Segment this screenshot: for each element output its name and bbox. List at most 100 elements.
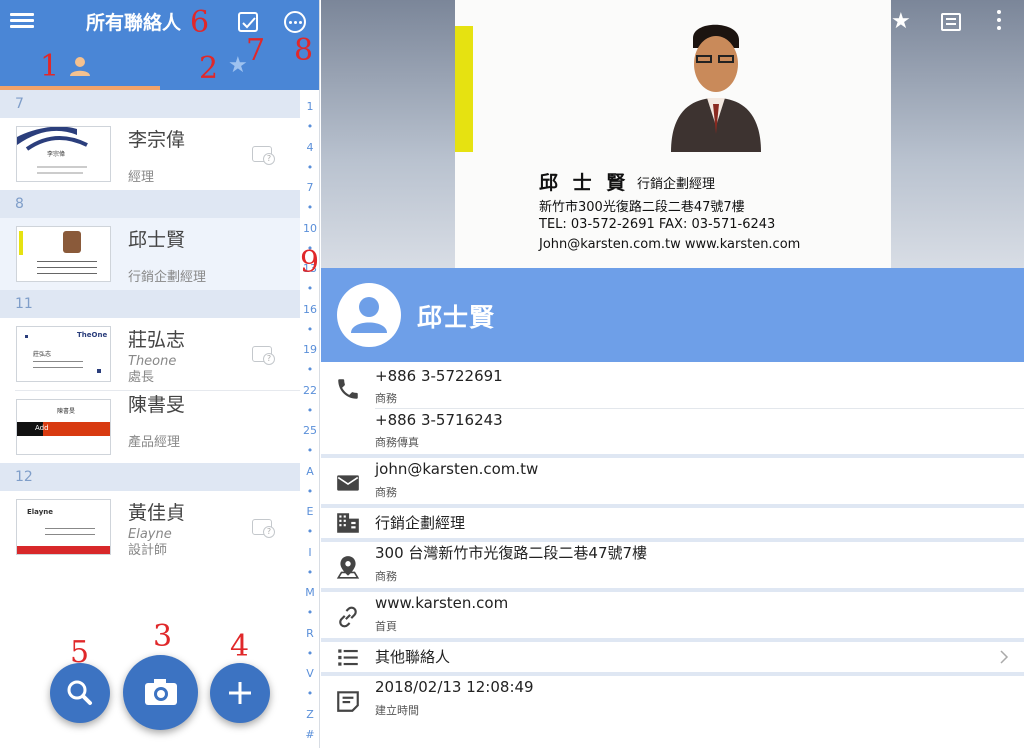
contact-row-2-selected[interactable]: 邱士賢 行銷企劃經理 [0,218,300,290]
contact-list: 7 李宗偉 李宗偉 經理 8 [0,90,300,563]
annotation-label: 9 [300,245,320,280]
index-item[interactable]: • [300,647,319,661]
contact-row-1[interactable]: 李宗偉 李宗偉 經理 [0,118,300,190]
index-item[interactable]: • [300,404,319,418]
contact-name: 黃佳貞 [128,502,186,524]
favorite-star-icon[interactable]: ★ [891,10,911,34]
index-item[interactable]: • [300,363,319,377]
annotation-label: 5 [70,635,90,670]
card-address: 新竹市300光復路二段二巷47號7樓 [539,200,745,215]
link-icon [339,606,357,628]
index-item[interactable]: • [300,201,319,215]
index-item[interactable]: 16 [300,303,319,317]
tab-all-contacts-person-icon[interactable] [68,54,92,78]
index-item[interactable]: 7 [300,181,319,195]
url-row[interactable]: www.karsten.com 首頁 [321,592,1024,638]
index-item[interactable]: # [300,728,319,742]
annotation-label: 4 [230,629,250,664]
card-view-icon[interactable] [941,13,961,31]
phone-group: +886 3-5722691 商務 +886 3-5716243 商務傳真 [321,364,1024,454]
search-button[interactable] [50,663,110,723]
contact-list-pane: 所有聯絡人 ★ 7 李宗偉 李宗偉 經理 ? 8 邱士賢 行銷企劃經理 11 T… [0,0,320,748]
scan-status-icon [252,146,275,165]
index-item[interactable]: E [300,505,319,519]
select-checkbox-icon[interactable] [238,12,258,32]
card-text: TheOne [77,331,108,339]
index-item[interactable]: A [300,465,319,479]
index-item[interactable]: • [300,120,319,134]
index-item[interactable]: R [300,627,319,641]
index-item[interactable]: • [300,525,319,539]
card-accent-stripe [455,26,473,152]
index-item[interactable]: • [300,161,319,175]
contact-company: Theone [128,354,177,369]
other-contacts-row[interactable]: 其他聯絡人 [321,642,1024,672]
index-item[interactable]: • [300,687,319,701]
section-header: 8 [0,190,300,218]
divider [375,408,1024,409]
business-card-image[interactable]: 邱 士 賢 行銷企劃經理 新竹市300光復路二段二巷47號7樓 TEL: 03-… [321,0,1024,268]
url-value[interactable]: www.karsten.com [375,593,508,613]
index-item[interactable]: • [300,606,319,620]
index-item[interactable]: I [300,546,319,560]
business-card: 邱 士 賢 行銷企劃經理 新竹市300光復路二段二巷47號7樓 TEL: 03-… [455,0,891,268]
menu-icon[interactable] [10,10,36,36]
index-item[interactable]: • [300,323,319,337]
job-title-value: 行銷企劃經理 [375,514,466,532]
contact-detail-pane: 邱 士 賢 行銷企劃經理 新竹市300光復路二段二巷47號7樓 TEL: 03-… [321,0,1024,748]
card-phones: TEL: 03-572-2691 FAX: 03-571-6243 [539,217,776,232]
index-item[interactable]: 19 [300,343,319,357]
camera-icon [145,679,177,705]
contact-company: Elayne [128,527,172,542]
scan-card-camera-button[interactable] [123,655,198,730]
contact-row-3[interactable]: TheOne 莊弘志 莊弘志 Theone 處長 [0,318,300,390]
email-value[interactable]: john@karsten.com.tw [375,459,538,479]
phone-label-2: 商務傳真 [375,436,419,449]
index-item[interactable]: 1 [300,100,319,114]
card-thumbnail[interactable]: TheOne 莊弘志 [16,326,111,382]
card-thumbnail[interactable]: Elayne [16,499,111,555]
index-item[interactable]: • [300,566,319,580]
overflow-menu-icon[interactable] [997,10,1001,34]
index-item[interactable]: V [300,667,319,681]
annotation-label: 7 [246,33,266,68]
section-header: 11 [0,290,300,318]
index-item[interactable]: • [300,485,319,499]
index-item[interactable]: 10 [300,222,319,236]
card-thumbnail[interactable]: 李宗偉 [16,126,111,182]
more-options-icon[interactable] [284,11,306,33]
index-item[interactable]: • [300,444,319,458]
annotation-label: 2 [199,51,219,86]
contact-row-4[interactable]: 陳書旻 Add 陳書旻 產品經理 [0,391,300,463]
card-text: Elayne [27,508,53,516]
index-item[interactable]: 4 [300,141,319,155]
created-time-row: 2018/02/13 12:08:49 建立時間 [321,676,1024,722]
scan-status-icon [252,346,275,365]
page-title: 所有聯絡人 [86,12,182,34]
phone-number-1[interactable]: +886 3-5722691 [375,366,503,386]
address-value[interactable]: 300 台灣新竹市光復路二段二巷47號7樓 [375,543,647,563]
index-item[interactable]: 22 [300,384,319,398]
index-item[interactable]: • [300,282,319,296]
card-thumbnail[interactable] [16,226,111,282]
index-item[interactable]: Z [300,708,319,722]
list-icon [338,649,358,666]
phone-icon [338,379,358,399]
email-row[interactable]: john@karsten.com.tw 商務 [321,458,1024,504]
contact-row-5[interactable]: Elayne 黃佳貞 Elayne 設計師 [0,491,300,563]
scan-status-icon [252,519,275,538]
avatar[interactable] [337,283,401,347]
portrait-photo [661,16,769,152]
index-item[interactable]: 25 [300,424,319,438]
card-thumbnail[interactable]: 陳書旻 Add [16,399,111,455]
contact-name: 莊弘志 [128,329,186,351]
email-label: 商務 [375,486,397,499]
index-item[interactable]: M [300,586,319,600]
phone-label-1: 商務 [375,392,397,405]
phone-number-2[interactable]: +886 3-5716243 [375,410,503,430]
contact-title: 經理 [128,170,155,185]
add-contact-button[interactable] [210,663,270,723]
address-row[interactable]: 300 台灣新竹市光復路二段二巷47號7樓 商務 [321,542,1024,588]
contact-name: 陳書旻 [128,394,186,416]
contact-title: 產品經理 [128,435,181,450]
